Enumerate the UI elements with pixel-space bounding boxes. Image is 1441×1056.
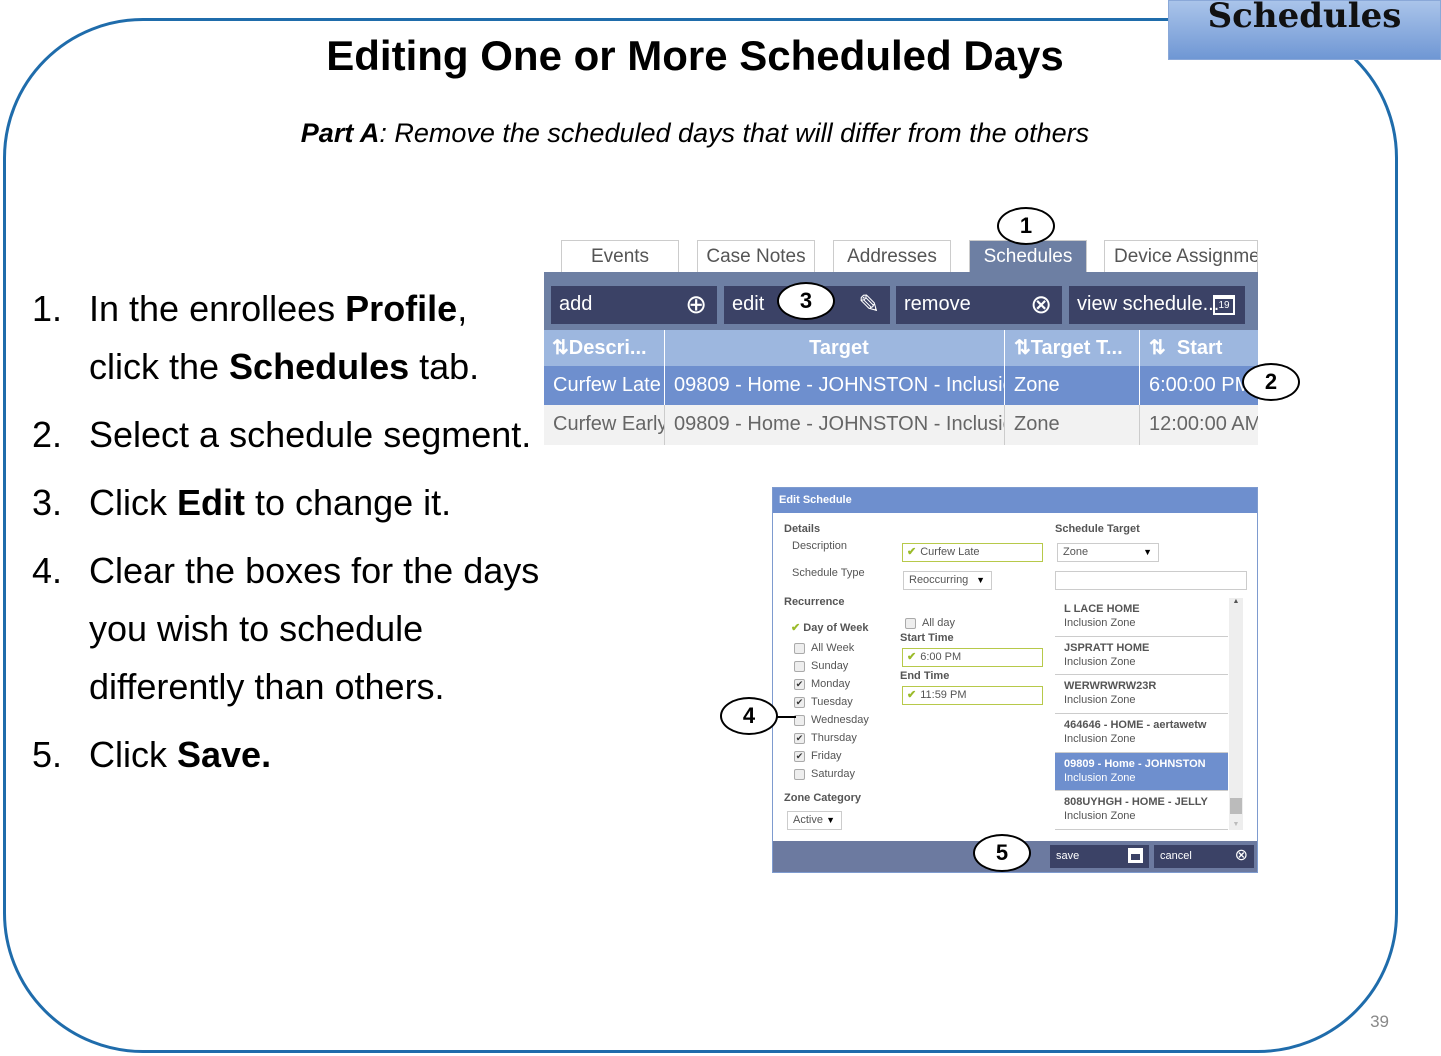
schedule-type-label: Schedule Type [792,567,865,579]
add-button[interactable]: add ⊕ [551,286,717,324]
step-number: 2. [32,414,63,455]
step-4: 4. Clear the boxes for the days you wish … [32,542,542,716]
target-list-item[interactable]: WERWRWRW23R Inclusion Zone [1055,675,1228,715]
recurrence-heading: Recurrence [784,596,845,608]
description-input[interactable]: ✔ Curfew Late [902,543,1043,562]
step-3: 3. Click Edit to change it. [32,474,542,532]
day-of-week-option[interactable]: ✔ Day of Week [791,621,869,634]
table-header: ⇅Descri... Target ⇅Target T... ⇅ Start [544,330,1258,366]
valid-check-icon: ✔ [907,651,917,663]
step-number: 4. [32,550,63,591]
zone-category-select[interactable]: Active ▼ [787,811,842,830]
step-2: 2. Select a schedule segment. [32,406,542,464]
callout-5: 5 [973,834,1031,872]
day-checkbox-sunday[interactable]: Sunday [794,660,848,672]
close-circle-icon: ⊗ [1030,289,1052,319]
target-list: L LACE HOME Inclusion Zone JSPRATT HOME Inc… [1055,598,1228,830]
day-checkbox-saturday[interactable]: Saturday [794,768,855,780]
scrollbar[interactable]: ▲ ▼ [1229,598,1243,830]
end-time-label: End Time [900,670,950,682]
floppy-disk-icon [1128,848,1143,863]
subtitle-bold: Part A [300,118,380,148]
target-list-item[interactable]: 808UYHGH - HOME - JELLY Inclusion Zone [1055,791,1228,830]
view-schedule-button[interactable]: view schedule... 19 [1069,286,1245,324]
column-header-description[interactable]: ⇅Descri... [544,330,665,366]
target-list-item[interactable]: L LACE HOME Inclusion Zone [1055,598,1228,637]
target-list-item[interactable]: 464646 - HOME - aertawetw Inclusion Zone [1055,714,1228,753]
step-text: In the enrollees Profile, click the Sche… [89,288,480,387]
day-checkbox-tuesday[interactable]: ✔ Tuesday [794,696,853,708]
target-search-input[interactable] [1055,571,1247,590]
schedule-target-label: Schedule Target [1055,523,1140,535]
pencil-icon: ✎ [858,289,880,319]
callout-4: 4 [720,697,778,735]
calendar-icon: 19 [1213,295,1235,315]
step-number: 1. [32,288,63,329]
close-circle-icon: ⊗ [1234,847,1248,864]
dropdown-arrow-icon: ▼ [1143,547,1152,557]
all-day-checkbox[interactable]: All day [905,617,955,629]
step-text: Select a schedule segment. [89,414,532,455]
start-time-label: Start Time [900,632,954,644]
schedule-target-select[interactable]: Zone ▼ [1057,543,1159,562]
start-time-input[interactable]: ✔ 6:00 PM [902,648,1043,667]
valid-check-icon: ✔ [907,689,917,701]
subtitle-text: : Remove the scheduled days that will di… [379,118,1090,148]
column-header-start[interactable]: ⇅ Start [1140,330,1258,366]
callout-4-leader [776,716,796,718]
tab-addresses[interactable]: Addresses [833,240,951,272]
day-checkbox-monday[interactable]: ✔ Monday [794,678,850,690]
schedule-type-select[interactable]: Reoccurring ▼ [903,571,992,590]
step-text: Click Save. [89,734,272,775]
schedule-table: ⇅Descri... Target ⇅Target T... ⇅ Start C… [544,330,1258,445]
step-5: 5. Click Save. [32,726,542,784]
target-list-item[interactable]: 09809 - Home - JOHNSTON Inclusion Zone [1055,752,1228,792]
slide-title: Editing One or More Scheduled Days [326,32,1064,79]
table-row[interactable]: Curfew Early 09809 - Home - JOHNSTON - In… [544,405,1258,445]
cancel-button[interactable]: cancel ⊗ [1154,845,1254,868]
dropdown-arrow-icon: ▼ [976,575,985,585]
callout-2: 2 [1242,363,1300,401]
tab-device-assignments[interactable]: Device Assignments [1104,240,1258,272]
day-checkbox-thursday[interactable]: ✔ Thursday [794,732,857,744]
day-checkbox-all-week[interactable]: All Week [794,642,854,654]
column-header-target[interactable]: Target [665,330,1005,366]
day-checkbox-wednesday[interactable]: Wednesday [794,714,869,726]
dropdown-arrow-icon: ▼ [826,815,835,825]
slide-subtitle: Part A: Remove the scheduled days that w… [0,118,1390,149]
table-row[interactable]: Curfew Late 09809 - Home - JOHNSTON - Inc… [544,366,1258,405]
details-heading: Details [784,523,821,535]
end-time-input[interactable]: ✔ 11:59 PM [902,686,1043,705]
step-number: 5. [32,734,63,775]
description-label: Description [792,540,848,552]
remove-button[interactable]: remove ⊗ [896,286,1062,324]
callout-1: 1 [997,207,1055,245]
step-text: Click Edit to change it. [89,482,452,523]
tab-case-notes[interactable]: Case Notes [697,240,815,272]
plus-circle-icon: ⊕ [685,289,707,319]
edit-schedule-dialog: Edit Schedule Details Description ✔ Curfe… [772,487,1258,873]
target-list-item[interactable]: JSPRATT HOME Inclusion Zone [1055,637,1228,676]
step-number: 3. [32,482,63,523]
toolbar: add ⊕ edit ✎ remove ⊗ view schedule... 19 [544,272,1258,330]
instruction-list: 1. In the enrollees Profile, click the Sc… [32,280,542,794]
step-1: 1. In the enrollees Profile, click the Sc… [32,280,542,396]
day-checkbox-friday[interactable]: ✔ Friday [794,750,842,762]
page-number: 39 [1370,1012,1389,1031]
step-text: Clear the boxes for the days you wish to… [89,550,540,707]
check-icon: ✔ [791,622,801,634]
dialog-title: Edit Schedule [773,488,1257,513]
zone-category-label: Zone Category [784,792,862,804]
callout-3: 3 [777,282,835,320]
valid-check-icon: ✔ [907,546,917,558]
save-button[interactable]: save [1050,845,1149,868]
column-header-target-type[interactable]: ⇅Target T... [1005,330,1140,366]
tab-events[interactable]: Events [561,240,679,272]
